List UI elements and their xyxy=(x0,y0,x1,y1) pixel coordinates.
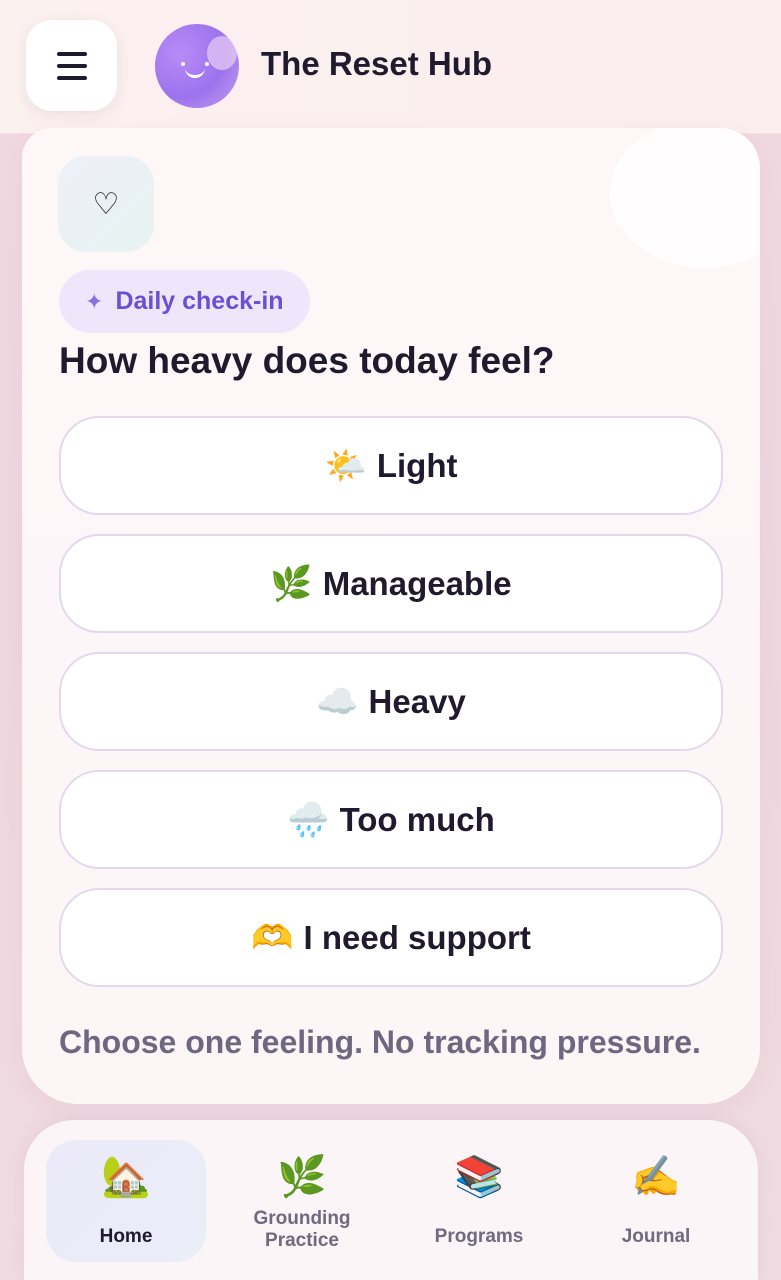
sparkle-icon: ✦ xyxy=(85,288,104,314)
hamburger-icon xyxy=(56,51,87,56)
option-label: Light xyxy=(376,446,458,484)
feeling-options: 🌤️ Light 🌿 Manageable ☁️ Heavy 🌧️ Too mu… xyxy=(59,416,723,1006)
herb-icon: 🌿 xyxy=(270,564,313,603)
nav-item-programs[interactable]: 📚 Programs xyxy=(399,1140,559,1262)
books-icon: 📚 xyxy=(454,1154,504,1199)
option-label: I need support xyxy=(303,918,531,956)
writing-hand-icon: ✍️ xyxy=(631,1154,681,1199)
checkin-footnote: Choose one feeling. No tracking pressure… xyxy=(59,1024,701,1060)
nav-label: Home xyxy=(99,1226,153,1247)
badge-label: Daily check-in xyxy=(115,287,284,315)
option-light-button[interactable]: 🌤️ Light xyxy=(59,416,723,515)
rain-cloud-icon: 🌧️ xyxy=(287,800,330,839)
heart-hands-icon: 🫶 xyxy=(251,918,294,957)
option-heavy-button[interactable]: ☁️ Heavy xyxy=(59,652,723,751)
option-label: Manageable xyxy=(322,564,512,602)
option-too-much-button[interactable]: 🌧️ Too much xyxy=(59,770,723,869)
app-header: The Reset Hub xyxy=(0,0,781,134)
option-label: Heavy xyxy=(368,682,466,720)
cloud-icon: ☁️ xyxy=(316,682,359,721)
herb-icon: 🌿 xyxy=(277,1154,327,1199)
option-need-support-button[interactable]: 🫶 I need support xyxy=(59,888,723,987)
menu-button[interactable] xyxy=(26,20,117,111)
house-icon: 🏡 xyxy=(101,1154,151,1199)
option-manageable-button[interactable]: 🌿 Manageable xyxy=(59,534,723,633)
nav-label: Programs xyxy=(434,1226,524,1247)
daily-checkin-badge: ✦ Daily check-in xyxy=(59,270,310,333)
nav-label: Grounding Practice xyxy=(253,1208,351,1251)
app-title: The Reset Hub xyxy=(261,45,493,82)
sun-cloud-icon: 🌤️ xyxy=(324,446,367,485)
nav-item-home[interactable]: 🏡 Home xyxy=(46,1140,206,1262)
smiley-orb-icon xyxy=(155,24,239,108)
checkin-card: ♡ ✦ Daily check-in How heavy does today … xyxy=(22,128,760,1104)
nav-item-grounding-practice[interactable]: 🌿 Grounding Practice xyxy=(222,1140,382,1262)
checkin-question: How heavy does today feel? xyxy=(59,340,555,381)
bottom-nav: 🏡 Home 🌿 Grounding Practice 📚 Programs ✍… xyxy=(24,1120,758,1280)
heart-icon: ♡ xyxy=(58,156,154,252)
nav-label: Journal xyxy=(621,1226,691,1247)
option-label: Too much xyxy=(339,800,495,838)
nav-item-journal[interactable]: ✍️ Journal xyxy=(576,1140,736,1262)
